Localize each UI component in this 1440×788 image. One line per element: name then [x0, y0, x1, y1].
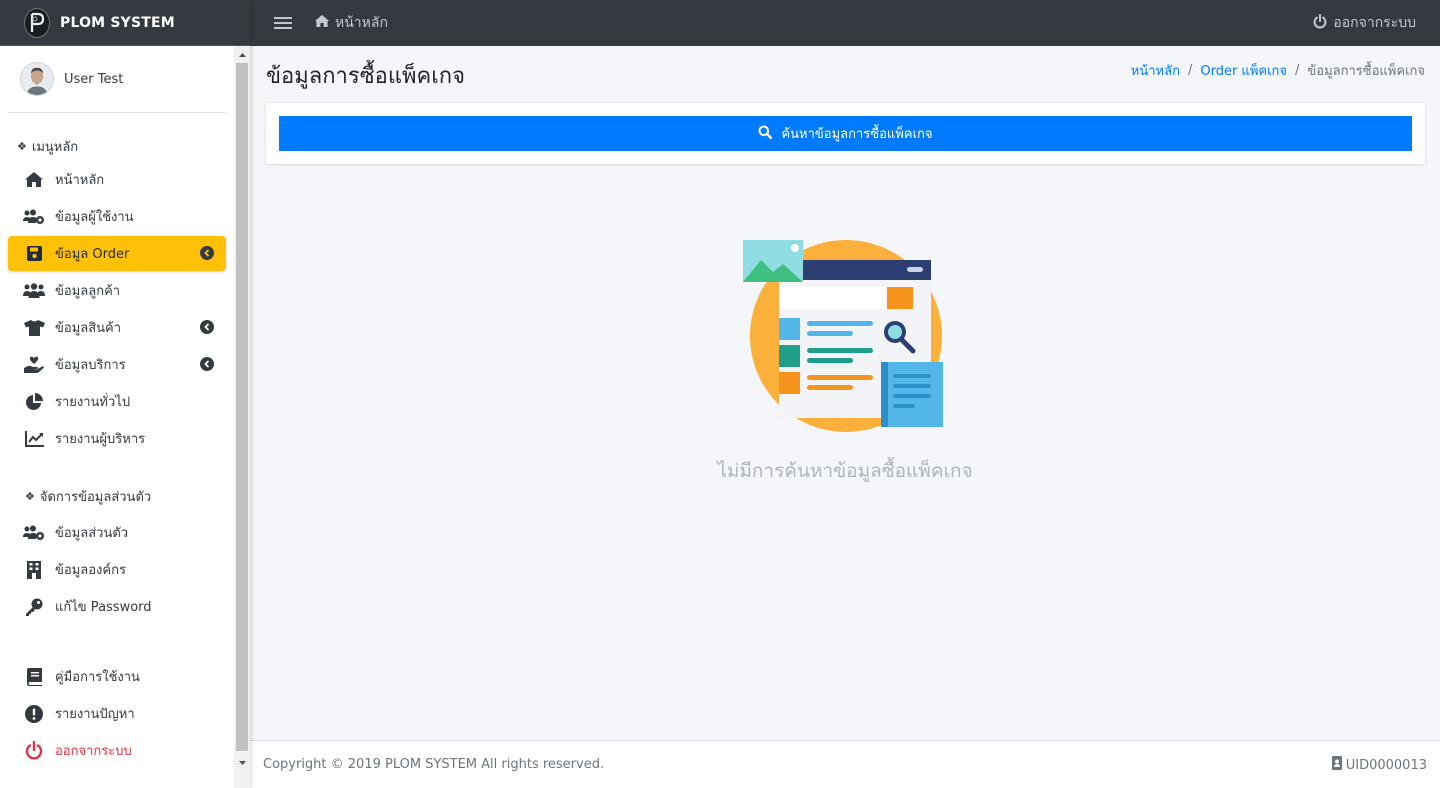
sidebar-item-services[interactable]: ข้อมูลบริการ: [8, 347, 226, 382]
search-package-button[interactable]: ค้นหาข้อมูลการซื้อแพ็คเกจ: [279, 116, 1412, 151]
page-title: ข้อมูลการซื้อแพ็คเกจ: [266, 64, 465, 89]
search-button-label: ค้นหาข้อมูลการซื้อแพ็คเกจ: [781, 127, 933, 142]
sidebar-item-personal-info[interactable]: ข้อมูลส่วนตัว: [8, 515, 226, 550]
scroll-up-arrow-icon[interactable]: [234, 46, 250, 63]
power-icon: [23, 741, 45, 761]
sidebar-item-label: แก้ไข Password: [55, 600, 152, 615]
sidebar-scrollbar[interactable]: [234, 46, 250, 788]
nav-header-personal: ❖ จัดการข้อมูลส่วนตัว: [25, 489, 152, 505]
sidebar-item-organization[interactable]: ข้อมูลองค์กร: [8, 552, 226, 587]
nav-header-main: ❖ เมนูหลัก: [17, 139, 79, 155]
chevron-left-icon[interactable]: [200, 320, 214, 334]
brand-name: PLOM SYSTEM: [60, 14, 175, 31]
copyright-text: Copyright © 2019 PLOM SYSTEM All rights …: [263, 757, 605, 772]
sidebar-item-label: คู่มือการใช้งาน: [55, 670, 140, 685]
building-icon: [23, 560, 45, 580]
sidebar-item-order[interactable]: ข้อมูล Order: [8, 236, 226, 271]
breadcrumb: หน้าหลัก / Order แพ็คเกจ / ข้อมูลการซื้อ…: [1131, 60, 1425, 81]
sidebar-item-label: ข้อมูลบริการ: [55, 358, 126, 373]
sidebar-item-label: ข้อมูลองค์กร: [55, 563, 126, 578]
hand-holding-heart-icon: [23, 355, 45, 375]
sidebar-item-logout[interactable]: ออกจากระบบ: [8, 733, 226, 768]
chevron-left-icon[interactable]: [200, 246, 214, 260]
sidebar-item-label: ข้อมูลผู้ใช้งาน: [55, 210, 134, 225]
user-cog-icon: [23, 523, 45, 543]
breadcrumb-current: ข้อมูลการซื้อแพ็คเกจ: [1307, 64, 1425, 79]
breadcrumb-separator: /: [1295, 63, 1300, 78]
sidebar-item-home[interactable]: หน้าหลัก: [8, 162, 226, 197]
menu-toggle-icon[interactable]: [274, 14, 292, 32]
sidebar-item-label: ข้อมูล Order: [55, 247, 130, 262]
users-cog-icon: [23, 207, 45, 227]
empty-state-message: ไม่มีการค้นหาข้อมูลซื้อแพ็คเกจ: [717, 460, 973, 482]
sidebar-item-label: หน้าหลัก: [55, 173, 105, 188]
avatar: [20, 62, 54, 96]
top-nav-home-link[interactable]: หน้าหลัก: [314, 12, 388, 34]
user-panel[interactable]: User Test: [8, 46, 226, 113]
search-icon: [758, 125, 773, 143]
save-icon: [23, 244, 45, 264]
sidebar-item-label: รายงานผู้บริหาร: [55, 432, 146, 447]
sidebar-item-report-problem[interactable]: รายงานปัญหา: [8, 696, 226, 731]
book-icon: [23, 667, 45, 687]
user-id: UID0000013: [1331, 741, 1427, 788]
tshirt-icon: [23, 318, 45, 338]
user-name[interactable]: User Test: [64, 72, 123, 87]
sidebar-item-executive-report[interactable]: รายงานผู้บริหาร: [8, 421, 226, 456]
diamond-icon: ❖: [25, 489, 35, 503]
sidebar-item-label: ข้อมูลส่วนตัว: [55, 526, 129, 541]
search-card: ค้นหาข้อมูลการซื้อแพ็คเกจ: [266, 103, 1425, 164]
breadcrumb-order-package[interactable]: Order แพ็คเกจ: [1200, 60, 1287, 81]
chevron-left-icon[interactable]: [200, 357, 214, 371]
brand-link[interactable]: PLOM SYSTEM: [0, 0, 250, 46]
sidebar-item-products[interactable]: ข้อมูลสินค้า: [8, 310, 226, 345]
sidebar-item-label: ข้อมูลสินค้า: [55, 321, 122, 336]
top-logout-link[interactable]: ออกจากระบบ: [1313, 0, 1416, 46]
id-badge-icon: [1331, 756, 1342, 774]
sidebar: PLOM SYSTEM User Test ❖ เมนูหลัก หน้าหลัก: [0, 0, 250, 788]
breadcrumb-home[interactable]: หน้าหลัก: [1131, 60, 1180, 81]
top-nav-home-label: หน้าหลัก: [335, 15, 388, 31]
users-icon: [23, 281, 45, 301]
scroll-down-arrow-icon[interactable]: [234, 754, 250, 771]
sidebar-item-label: ออกจากระบบ: [55, 744, 132, 759]
home-icon: [314, 14, 330, 32]
chart-line-icon: [23, 429, 45, 449]
empty-search-illustration: [743, 240, 943, 432]
diamond-icon: ❖: [17, 139, 27, 153]
top-navbar: หน้าหลัก ออกจากระบบ: [250, 0, 1440, 46]
sidebar-scroll-area: User Test ❖ เมนูหลัก หน้าหลัก ข้อมูลผู้ใช…: [0, 46, 234, 788]
sidebar-item-change-password[interactable]: แก้ไข Password: [8, 589, 226, 624]
sidebar-item-manual[interactable]: คู่มือการใช้งาน: [8, 659, 226, 694]
sidebar-item-general-report[interactable]: รายงานทั่วไป: [8, 384, 226, 419]
brand-logo: [24, 7, 50, 38]
footer: Copyright © 2019 PLOM SYSTEM All rights …: [250, 740, 1440, 788]
user-id-value: UID0000013: [1345, 757, 1427, 773]
exclamation-circle-icon: [23, 704, 45, 724]
main-content: ข้อมูลการซื้อแพ็คเกจ หน้าหลัก / Order แพ…: [250, 46, 1440, 740]
top-logout-label: ออกจากระบบ: [1333, 15, 1416, 31]
scrollbar-thumb[interactable]: [236, 63, 248, 751]
sidebar-item-label: รายงานปัญหา: [55, 707, 135, 722]
key-icon: [23, 597, 45, 617]
home-icon: [23, 170, 45, 190]
sidebar-item-users-data[interactable]: ข้อมูลผู้ใช้งาน: [8, 199, 226, 234]
power-icon: [1313, 13, 1327, 33]
sidebar-item-label: รายงานทั่วไป: [55, 395, 131, 410]
breadcrumb-separator: /: [1187, 63, 1193, 78]
sidebar-item-label: ข้อมูลลูกค้า: [55, 284, 121, 299]
chart-pie-icon: [23, 392, 45, 412]
sidebar-item-customers[interactable]: ข้อมูลลูกค้า: [8, 273, 226, 308]
